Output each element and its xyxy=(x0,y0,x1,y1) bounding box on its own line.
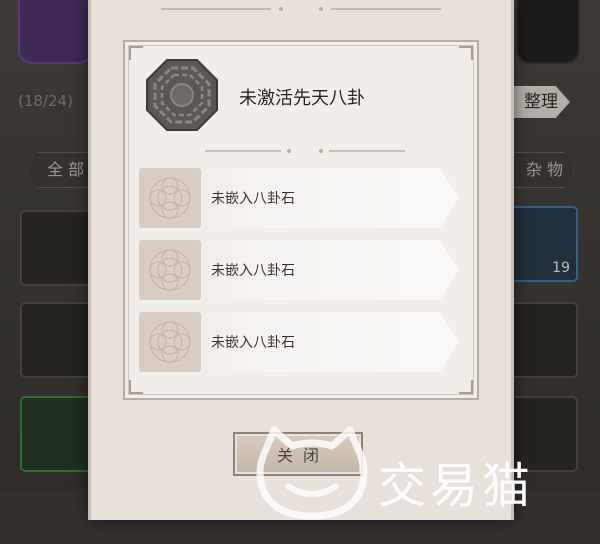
bagua-stone-slot-3[interactable]: 未嵌入八卦石 xyxy=(139,312,461,372)
top-ornament-icon xyxy=(161,7,441,11)
slot-label: 未嵌入八卦石 xyxy=(211,191,295,207)
empty-socket-icon xyxy=(139,312,201,372)
slot-label: 未嵌入八卦石 xyxy=(211,335,295,351)
empty-socket-icon xyxy=(139,240,201,300)
watermark-text: 交易猫 xyxy=(378,458,535,514)
bagua-stone-slot-1[interactable]: 未嵌入八卦石 xyxy=(139,168,461,228)
bagua-stone-slot-2[interactable]: 未嵌入八卦石 xyxy=(139,240,461,300)
divider-ornament-icon xyxy=(205,149,405,153)
bagua-panel: 未激活先天八卦 未嵌入八卦石 未嵌入八卦石 未嵌入八卦石 xyxy=(123,40,479,400)
empty-socket-icon xyxy=(139,168,201,228)
bagua-icon xyxy=(146,59,218,131)
dialog-title: 未激活先天八卦 xyxy=(239,88,365,109)
slot-label: 未嵌入八卦石 xyxy=(211,263,295,279)
